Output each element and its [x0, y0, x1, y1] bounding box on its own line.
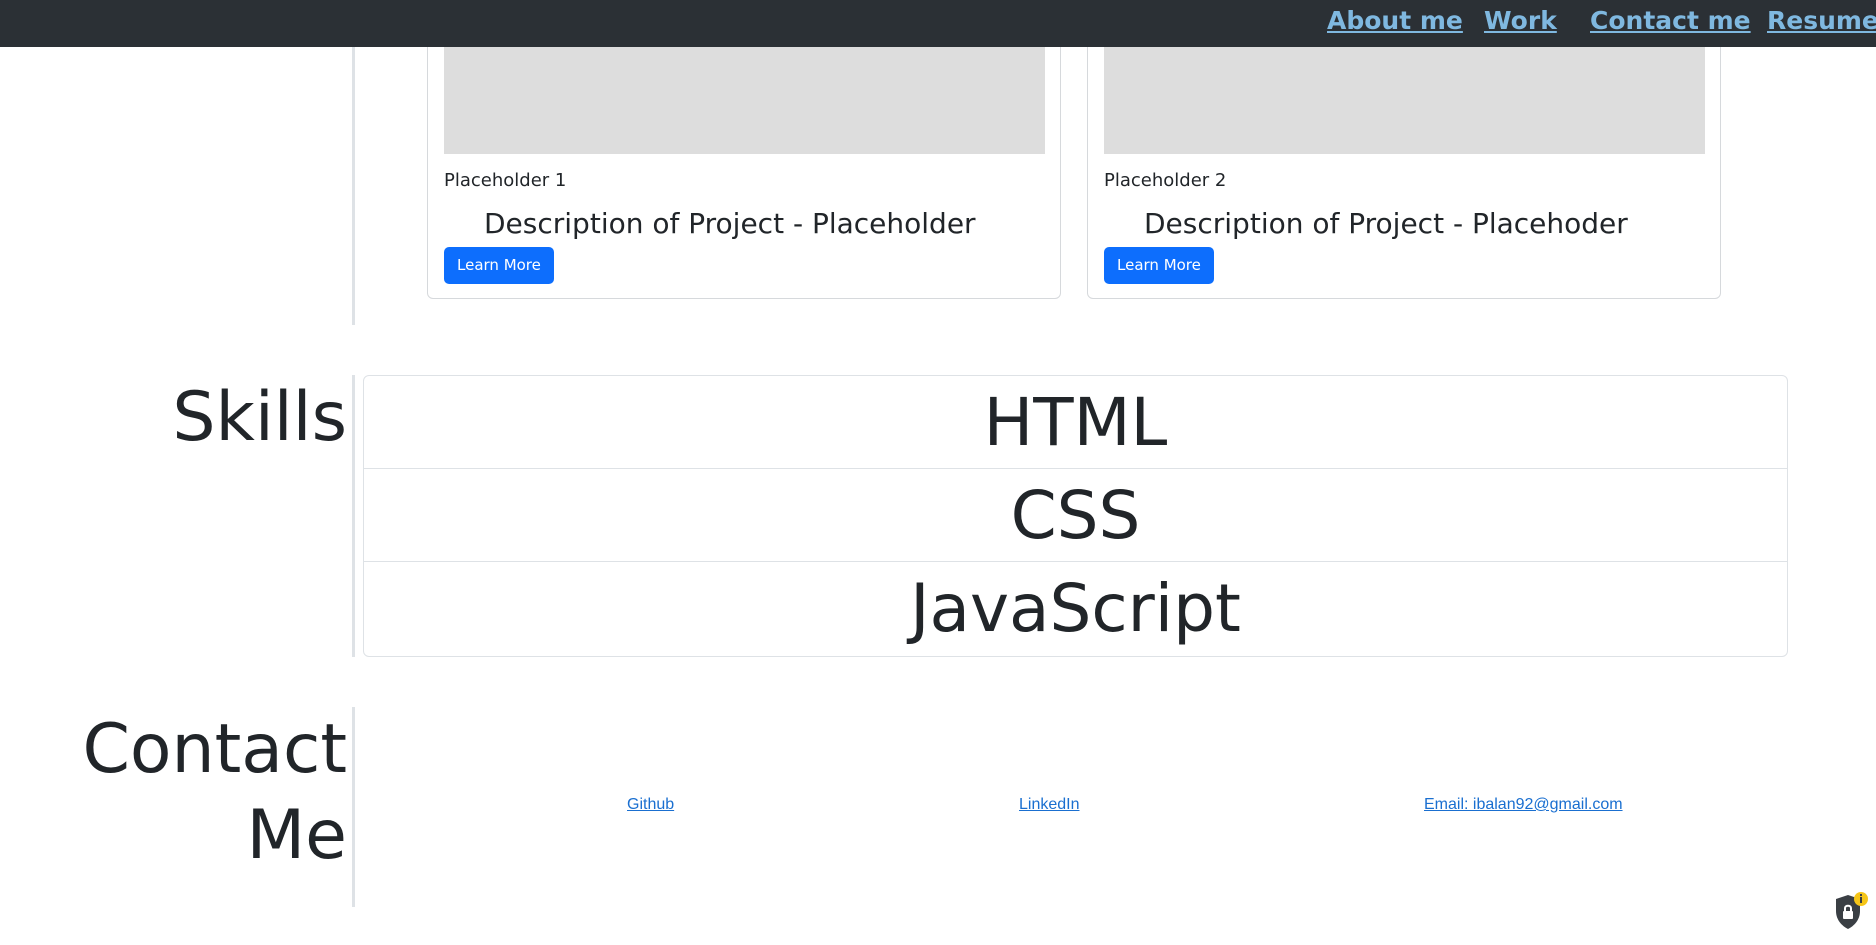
project-title: Placeholder 1: [444, 170, 567, 191]
navbar: About me Work Contact me Resume: [0, 0, 1876, 47]
project-description: Description of Project - Placeholder: [484, 207, 976, 240]
project-title: Placeholder 2: [1104, 170, 1227, 191]
skills-section-divider: [352, 375, 355, 657]
skill-item-javascript: JavaScript: [910, 570, 1241, 647]
project-description: Description of Project - Placehoder: [1144, 207, 1628, 240]
project-card: Placeholder 2 Description of Project - P…: [1087, 20, 1721, 299]
contact-heading-line1: Contact: [82, 710, 347, 789]
project-card: Placeholder 1 Description of Project - P…: [427, 20, 1061, 299]
shield-lock-icon[interactable]: [1834, 891, 1868, 931]
nav-link-contact[interactable]: Contact me: [1590, 6, 1751, 35]
work-section-divider: [352, 47, 355, 325]
contact-heading: Contact Me: [82, 707, 347, 879]
github-link[interactable]: Github: [627, 796, 674, 814]
nav-link-work[interactable]: Work: [1484, 6, 1557, 35]
nav-link-resume[interactable]: Resume: [1767, 6, 1876, 35]
nav-link-about[interactable]: About me: [1327, 6, 1463, 35]
skill-item-html: HTML: [364, 376, 1787, 469]
skill-item-css: CSS: [364, 469, 1787, 562]
learn-more-button[interactable]: Learn More: [444, 247, 554, 284]
linkedin-link[interactable]: LinkedIn: [1019, 796, 1080, 814]
contact-section-divider: [352, 707, 355, 907]
contact-heading-line2: Me: [246, 796, 347, 875]
learn-more-button[interactable]: Learn More: [1104, 247, 1214, 284]
skills-heading: Skills: [172, 378, 347, 457]
email-link[interactable]: Email: ibalan92@gmail.com: [1424, 796, 1623, 814]
skills-list: HTML CSS JavaScript: [363, 375, 1788, 657]
